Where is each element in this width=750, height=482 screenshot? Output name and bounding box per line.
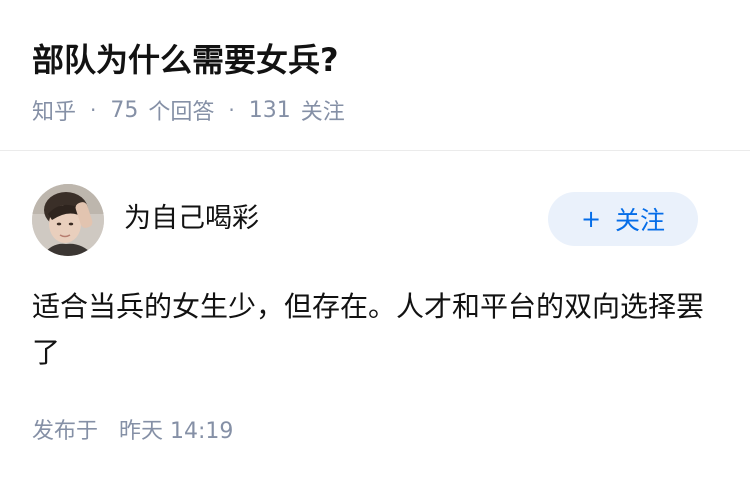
avatar[interactable] [32,184,104,256]
publish-label: 发布于 [32,419,99,444]
author-name[interactable]: 为自己喝彩 [124,200,259,238]
answer-count: 75 [110,97,139,123]
plus-icon: + [580,205,602,233]
question-header: 部队为什么需要女兵? 知乎 · 75 个回答 · 131 关注 [0,0,750,151]
user-avatar-icon [32,184,104,256]
meta-separator: · [228,98,235,122]
answer-time: 发布于 昨天 14:19 [32,416,233,448]
follower-count: 131 [248,97,291,123]
follow-button-label: 关注 [615,206,666,235]
follow-button[interactable]: + 关注 [548,192,698,246]
answer-content[interactable]: 适合当兵的女生少，但存在。人才和平台的双向选择罢了 [32,284,712,376]
answer-count-label: 个回答 [148,100,215,125]
follower-count-label: 关注 [300,100,345,125]
question-title[interactable]: 部队为什么需要女兵? [32,38,339,82]
publish-time: 昨天 14:19 [119,419,234,444]
source-label[interactable]: 知乎 [32,94,76,126]
author-row: 为自己喝彩 + 关注 [32,184,698,256]
meta-separator: · [90,98,97,122]
question-meta: 知乎 · 75 个回答 · 131 关注 [32,94,345,126]
